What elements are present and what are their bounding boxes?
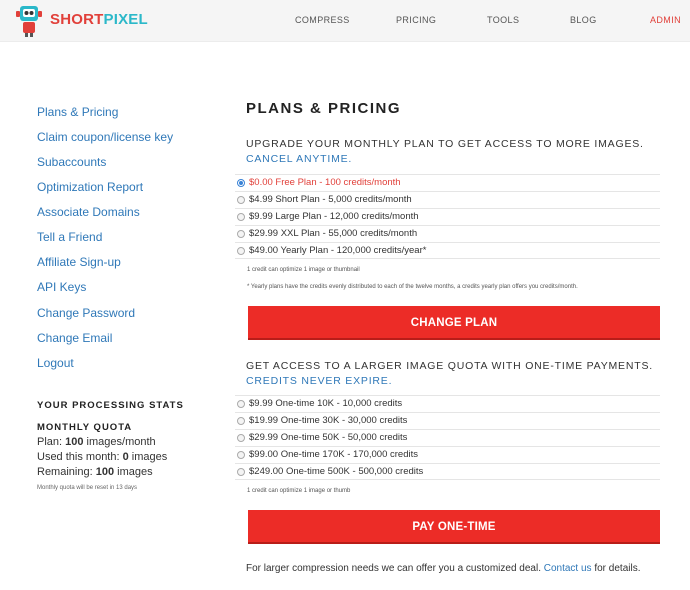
stat-remaining-value: 100 — [95, 466, 115, 478]
nav-pricing[interactable]: PRICING — [396, 15, 436, 25]
radio-icon[interactable] — [237, 196, 245, 204]
sidebar-item-affiliate-signup[interactable]: Affiliate Sign-up — [37, 255, 121, 269]
change-plan-button[interactable]: CHANGE PLAN — [248, 306, 660, 340]
shortpixel-robot-logo-icon[interactable] — [14, 4, 44, 38]
radio-icon[interactable] — [237, 468, 245, 476]
processing-stats-heading: YOUR PROCESSING STATS — [37, 400, 184, 411]
plan-label: $9.99 One-time 10K - 10,000 credits — [249, 398, 403, 409]
monthly-quota-heading: MONTHLY QUOTA — [37, 422, 133, 433]
custom-deal-after: for details. — [591, 563, 641, 574]
monthly-credit-note: 1 credit can optimize 1 image or thumbna… — [247, 267, 360, 273]
stat-remaining: Remaining: 100 images — [37, 466, 153, 478]
radio-selected-icon[interactable] — [237, 179, 245, 187]
plan-label: $4.99 Short Plan - 5,000 credits/month — [249, 194, 412, 205]
sidebar-item-plans-pricing[interactable]: Plans & Pricing — [37, 105, 118, 119]
onetime-heading: GET ACCESS TO A LARGER IMAGE QUOTA WITH … — [246, 360, 653, 372]
contact-us-link[interactable]: Contact us — [544, 563, 592, 574]
monthly-plans-subheading: CANCEL ANYTIME. — [246, 153, 353, 165]
plan-label: $19.99 One-time 30K - 30,000 credits — [249, 415, 408, 426]
brand-short: SHORT — [50, 11, 104, 28]
monthly-plan-option[interactable]: $4.99 Short Plan - 5,000 credits/month — [235, 191, 660, 208]
monthly-plan-option[interactable]: $9.99 Large Plan - 12,000 credits/month — [235, 208, 660, 225]
sidebar-item-logout[interactable]: Logout — [37, 356, 74, 370]
custom-deal-before: For larger compression needs we can offe… — [246, 563, 544, 574]
sidebar-item-optimization-report[interactable]: Optimization Report — [37, 180, 143, 194]
page-title: PLANS & PRICING — [246, 100, 402, 117]
monthly-plan-option[interactable]: $29.99 XXL Plan - 55,000 credits/month — [235, 225, 660, 242]
brand-pixel: PIXEL — [103, 11, 148, 28]
plan-label: $249.00 One-time 500K - 500,000 credits — [249, 466, 424, 477]
radio-icon[interactable] — [237, 417, 245, 425]
custom-deal-text: For larger compression needs we can offe… — [246, 563, 640, 574]
monthly-plans-heading: UPGRADE YOUR MONTHLY PLAN TO GET ACCESS … — [246, 138, 644, 150]
nav-tools[interactable]: TOOLS — [487, 15, 519, 25]
sidebar-item-api-keys[interactable]: API Keys — [37, 280, 86, 294]
stat-used-label: Used this month: — [37, 451, 123, 463]
stat-remaining-suffix: images — [114, 466, 153, 478]
onetime-plan-option[interactable]: $29.99 One-time 50K - 50,000 credits — [235, 429, 660, 446]
yearly-plan-note: * Yearly plans have the credits evenly d… — [247, 284, 578, 290]
sidebar-item-change-email[interactable]: Change Email — [37, 331, 112, 345]
onetime-plan-option[interactable]: $99.00 One-time 170K - 170,000 credits — [235, 446, 660, 463]
stat-plan-label: Plan: — [37, 436, 66, 448]
plan-label: $29.99 One-time 50K - 50,000 credits — [249, 432, 408, 443]
radio-icon[interactable] — [237, 213, 245, 221]
radio-icon[interactable] — [237, 247, 245, 255]
radio-icon[interactable] — [237, 451, 245, 459]
stat-remaining-label: Remaining: — [37, 466, 96, 478]
stat-plan: Plan: 100 images/month — [37, 436, 156, 448]
onetime-credit-note: 1 credit can optimize 1 image or thumb — [247, 488, 351, 494]
nav-compress[interactable]: COMPRESS — [295, 15, 350, 25]
sidebar-item-associate-domains[interactable]: Associate Domains — [37, 205, 140, 219]
plan-label: $29.99 XXL Plan - 55,000 credits/month — [249, 228, 418, 239]
pay-onetime-button[interactable]: PAY ONE-TIME — [248, 510, 660, 544]
stat-used: Used this month: 0 images — [37, 451, 167, 463]
radio-icon[interactable] — [237, 400, 245, 408]
sidebar-item-tell-a-friend[interactable]: Tell a Friend — [37, 230, 102, 244]
sidebar-item-subaccounts[interactable]: Subaccounts — [37, 155, 106, 169]
radio-icon[interactable] — [237, 230, 245, 238]
stat-plan-suffix: images/month — [83, 436, 156, 448]
radio-icon[interactable] — [237, 434, 245, 442]
sidebar-item-claim-coupon[interactable]: Claim coupon/license key — [37, 130, 173, 144]
stat-used-suffix: images — [128, 451, 168, 463]
onetime-plan-option[interactable]: $9.99 One-time 10K - 10,000 credits — [235, 395, 660, 412]
plan-label: $99.00 One-time 170K - 170,000 credits — [249, 449, 418, 460]
monthly-plan-option[interactable]: $0.00 Free Plan - 100 credits/month — [235, 174, 660, 191]
onetime-subheading: CREDITS NEVER EXPIRE. — [246, 375, 393, 387]
nav-admin[interactable]: ADMIN — [650, 15, 681, 25]
monthly-plan-option[interactable]: $49.00 Yearly Plan - 120,000 credits/yea… — [235, 242, 660, 259]
stat-plan-value: 100 — [65, 436, 84, 448]
top-header: SHORTPIXEL COMPRESS PRICING TOOLS BLOG A… — [0, 0, 690, 42]
onetime-plan-option[interactable]: $19.99 One-time 30K - 30,000 credits — [235, 412, 660, 429]
onetime-plan-option[interactable]: $249.00 One-time 500K - 500,000 credits — [235, 463, 660, 480]
sidebar-item-change-password[interactable]: Change Password — [37, 306, 135, 320]
plan-label: $9.99 Large Plan - 12,000 credits/month — [249, 211, 419, 222]
plan-label: $0.00 Free Plan - 100 credits/month — [249, 177, 401, 188]
plan-label: $49.00 Yearly Plan - 120,000 credits/yea… — [249, 245, 427, 256]
nav-blog[interactable]: BLOG — [570, 15, 597, 25]
brand-name[interactable]: SHORTPIXEL — [50, 11, 148, 28]
quota-reset-note: Monthly quota will be reset in 13 days — [37, 485, 138, 491]
